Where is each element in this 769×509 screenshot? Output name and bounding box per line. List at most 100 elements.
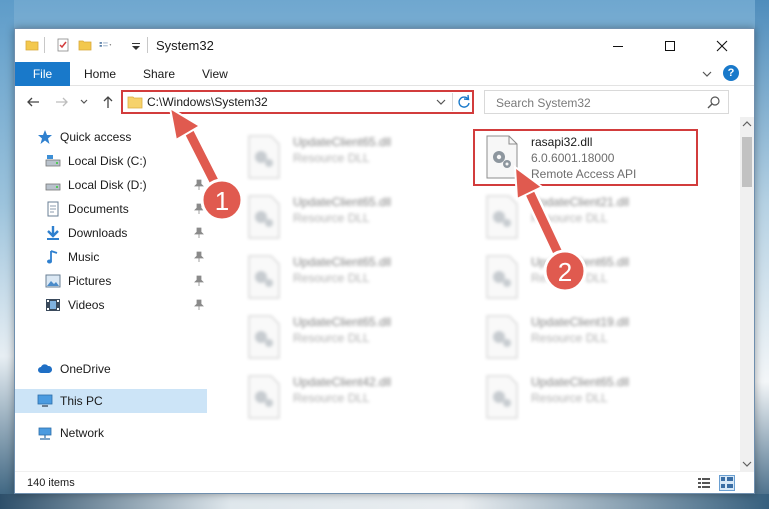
sidebar-item-local-disk-c[interactable]: Local Disk (C:) (15, 149, 211, 173)
pin-icon[interactable] (193, 203, 205, 215)
file-item[interactable]: UpdateClient65.dll Resource DLL (221, 251, 441, 303)
pin-icon[interactable] (193, 251, 205, 263)
file-description: Resource DLL (531, 391, 608, 405)
tab-home[interactable]: Home (84, 67, 116, 81)
file-name: UpdateClient19.dll (531, 315, 630, 329)
address-bar[interactable]: C:\Windows\System32 (121, 90, 474, 114)
dll-file-icon (486, 195, 518, 239)
sidebar-item-network[interactable]: Network (15, 421, 211, 445)
pin-icon[interactable] (193, 299, 205, 311)
scrollbar-thumb[interactable] (742, 137, 752, 187)
sidebar-item-this-pc[interactable]: This PC (15, 389, 207, 413)
new-folder-icon[interactable] (78, 38, 92, 52)
dll-file-icon (248, 255, 280, 299)
ribbon-tabs: File Home Share View ? (15, 62, 754, 86)
chevron-down-icon (80, 99, 88, 104)
pictures-icon (45, 274, 61, 288)
pin-icon[interactable] (193, 275, 205, 287)
tab-share[interactable]: Share (143, 67, 175, 81)
network-icon (38, 427, 52, 440)
download-icon (47, 226, 59, 240)
documents-icon (47, 201, 59, 217)
tiles-view-icon (721, 477, 733, 488)
minimize-icon (613, 45, 623, 47)
file-item[interactable]: UpdateClient19.dll Resource DLL (459, 311, 679, 363)
toolbar-separator (44, 37, 45, 53)
drive-icon (45, 155, 61, 167)
back-button[interactable] (25, 94, 41, 110)
sidebar-item-local-disk-d[interactable]: Local Disk (D:) (15, 173, 211, 197)
up-button[interactable] (100, 94, 116, 110)
pin-icon[interactable] (193, 227, 205, 239)
search-input[interactable]: Search System32 (484, 90, 729, 114)
sidebar-item-downloads[interactable]: Downloads (15, 221, 211, 245)
sidebar-item-label: This PC (60, 394, 103, 408)
address-path[interactable]: C:\Windows\System32 (147, 95, 268, 109)
chevron-down-icon[interactable] (742, 460, 752, 468)
folder-icon[interactable] (25, 38, 39, 52)
sidebar-item-documents[interactable]: Documents (15, 197, 211, 221)
folder-icon (127, 96, 143, 109)
dll-file-icon (248, 195, 280, 239)
file-name: UpdateClient42.dll (293, 375, 392, 389)
sidebar-item-pictures[interactable]: Pictures (15, 269, 211, 293)
cloud-icon (38, 364, 53, 373)
customize-toolbar-dropdown-icon[interactable] (130, 41, 142, 51)
file-name: UpdateClient65.dll (293, 135, 392, 149)
dll-file-icon (486, 315, 518, 359)
chevron-up-icon[interactable] (742, 120, 752, 128)
tiles-view-button[interactable] (719, 475, 735, 491)
file-item[interactable]: UpdateClient65.dll Resource DLL (221, 311, 441, 363)
desktop-background-left (0, 0, 14, 509)
sidebar-item-quick-access[interactable]: Quick access (15, 125, 211, 149)
tab-view[interactable]: View (202, 67, 228, 81)
file-name: UpdateClient21.dll (531, 195, 630, 209)
vertical-scrollbar[interactable] (740, 117, 754, 471)
file-item[interactable]: UpdateClient21.dll Resource DLL (459, 191, 679, 243)
recent-locations-button[interactable] (79, 94, 89, 110)
sidebar-item-music[interactable]: Music (15, 245, 211, 269)
sidebar-item-onedrive[interactable]: OneDrive (15, 357, 211, 381)
file-item[interactable]: UpdateClient65.dll Resource DLL (459, 251, 679, 303)
file-item[interactable]: UpdateClient65.dll Resource DLL (221, 191, 441, 243)
help-icon[interactable]: ? (723, 65, 739, 81)
file-item[interactable]: UpdateClient65.dll Resource DLL (459, 371, 679, 423)
expand-ribbon-icon[interactable] (701, 68, 713, 80)
maximize-button[interactable] (647, 29, 693, 62)
forward-button[interactable] (54, 94, 70, 110)
sidebar-item-label: Music (68, 250, 100, 264)
view-options-icon[interactable] (99, 38, 113, 52)
file-item[interactable]: UpdateClient42.dll Resource DLL (221, 371, 441, 423)
music-icon (47, 250, 58, 264)
computer-icon (37, 394, 53, 407)
dll-file-icon (248, 135, 280, 179)
properties-icon[interactable] (56, 38, 70, 52)
maximize-icon (665, 40, 675, 51)
dll-file-icon (248, 375, 280, 419)
item-count: 140 items (27, 477, 75, 489)
file-description: Resource DLL (531, 331, 608, 345)
file-description: Resource DLL (293, 331, 370, 345)
pin-icon[interactable] (193, 179, 205, 191)
sidebar-item-label: Videos (68, 298, 105, 312)
tab-file[interactable]: File (15, 62, 70, 86)
desktop-background-right (755, 0, 769, 509)
file-item[interactable]: UpdateClient65.dll Resource DLL (221, 131, 441, 183)
minimize-button[interactable] (595, 29, 641, 62)
chevron-down-icon[interactable] (435, 97, 447, 107)
file-description: Resource DLL (293, 151, 370, 165)
highlight-box (473, 129, 698, 186)
search-icon[interactable] (707, 95, 721, 109)
sidebar-item-videos[interactable]: Videos (15, 293, 211, 317)
refresh-icon[interactable] (456, 94, 472, 110)
title-bar: System32 (15, 29, 754, 62)
close-button[interactable] (699, 29, 745, 62)
file-name: UpdateClient65.dll (293, 255, 392, 269)
file-name: UpdateClient65.dll (531, 255, 630, 269)
sidebar-item-label: Pictures (68, 274, 112, 288)
details-view-icon[interactable] (697, 476, 711, 490)
file-name: UpdateClient65.dll (531, 375, 630, 389)
star-icon (38, 130, 52, 144)
file-name: UpdateClient65.dll (293, 195, 392, 209)
file-description: Resource DLL (531, 211, 608, 225)
